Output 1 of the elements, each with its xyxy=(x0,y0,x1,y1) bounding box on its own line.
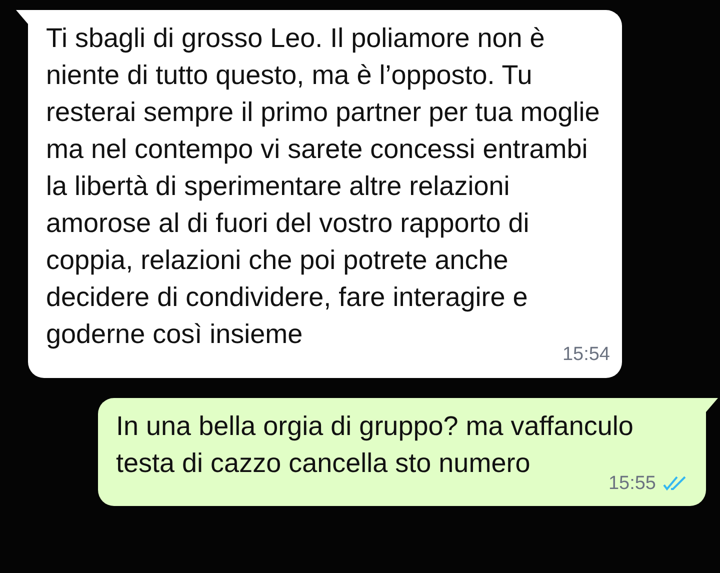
message-time: 15:54 xyxy=(562,343,610,367)
